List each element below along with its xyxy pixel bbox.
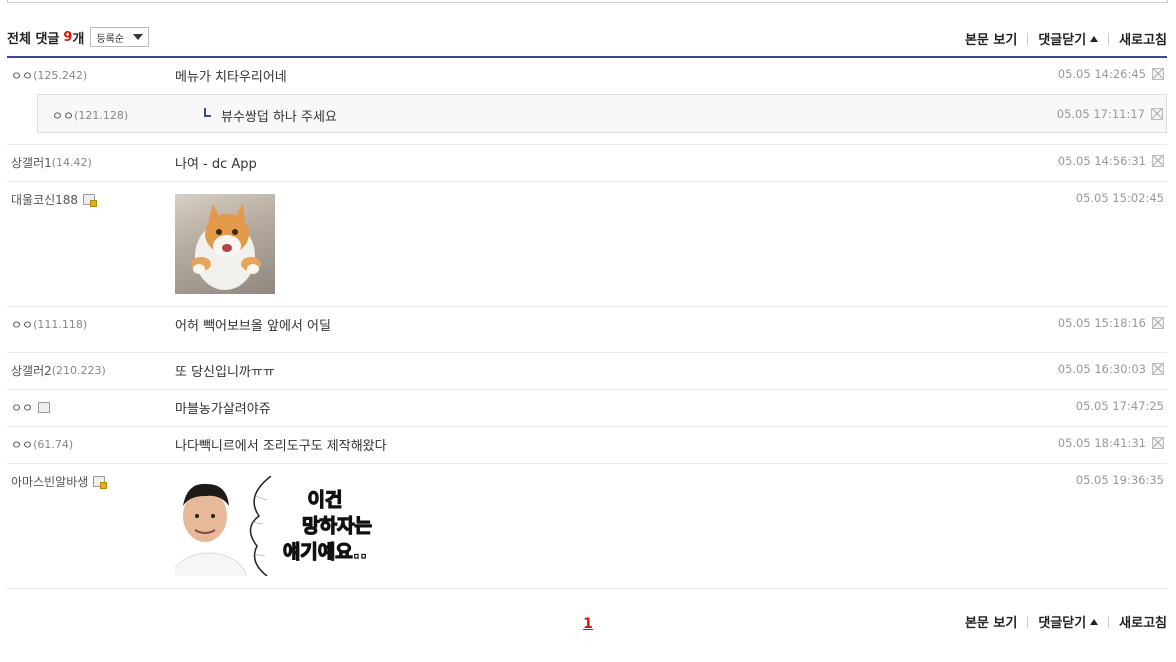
- delete-icon[interactable]: [1151, 108, 1163, 120]
- svg-text:망하자는: 망하자는: [302, 515, 372, 537]
- nick-text: 아마스빈알바생: [11, 475, 89, 489]
- comment-text: 어허 빽어보브올 앞에서 어딜: [175, 319, 331, 334]
- close-comments-link[interactable]: 댓글닫기: [1038, 29, 1099, 48]
- comment-nick[interactable]: 대울코신188: [11, 191, 98, 208]
- sticker-line1: 이건: [308, 489, 343, 511]
- comment-date: 05.05 15:02:45: [1075, 191, 1164, 205]
- nick-text: ㅇㅇ: [11, 401, 34, 415]
- refresh-link[interactable]: 새로고침: [1119, 612, 1167, 631]
- comment-row: ㅇㅇ (61.74) 나다빽니르에서 조리도구도 제작해왔다 05.05 18:4…: [7, 427, 1167, 464]
- comment-date: 05.05 18:41:31: [1057, 436, 1146, 450]
- comment-text: 나다빽니르에서 조리도구도 제작해왔다: [175, 439, 387, 454]
- close-comments-label: 댓글닫기: [1038, 33, 1087, 48]
- ip-text: (61.74): [33, 438, 74, 451]
- header-links: 본문 보기 댓글닫기 새로고침: [965, 29, 1167, 48]
- comment-row: 아마스빈알바생 이건 망하자는 얘기예요.. 05.05 19:36:35: [7, 464, 1167, 610]
- comment-nick[interactable]: ㅇㅇ (61.74): [11, 436, 73, 453]
- comment-text: 나여 - dc App: [175, 157, 257, 172]
- reply-row: ㅇㅇ (121.128) 뷰수쌍덥 하나 주세요 05.05 17:11:17: [37, 94, 1167, 133]
- nick-text: ㅇㅇ: [52, 109, 75, 123]
- comment-count: 전체 댓글 9개 등록순: [7, 27, 149, 47]
- divider: [1027, 32, 1029, 45]
- comment-nick[interactable]: 상갤러1 (14.42): [11, 154, 92, 171]
- comment-text: 마블농가살려야쥬: [175, 402, 271, 417]
- comment-row: 상갤러1 (14.42) 나여 - dc App 05.05 14:56:31: [7, 145, 1167, 182]
- comment-nick[interactable]: ㅇㅇ (125.242): [11, 67, 87, 84]
- fixed-nick-icon: [93, 476, 108, 489]
- comment-nick[interactable]: 상갤러2 (210.223): [11, 362, 106, 379]
- ip-text: (14.42): [51, 156, 92, 169]
- close-comments-label: 댓글닫기: [1038, 616, 1087, 631]
- view-post-link[interactable]: 본문 보기: [965, 612, 1017, 631]
- sort-selected-label: 등록순: [96, 33, 124, 45]
- footer-links: 본문 보기 댓글닫기 새로고침: [965, 612, 1167, 631]
- divider: [1108, 615, 1110, 628]
- comment-nick[interactable]: ㅇㅇ (121.128): [52, 107, 128, 124]
- delete-icon[interactable]: [1152, 437, 1164, 449]
- comment-date: 05.05 17:47:25: [1075, 399, 1164, 413]
- comment-date: 05.05 17:11:17: [1056, 107, 1145, 121]
- nick-text: ㅇㅇ: [11, 318, 34, 332]
- comment-row: 대울코신188 05.05 15:02:45: [7, 182, 1167, 307]
- comment-date: 05.05 15:18:16: [1057, 316, 1146, 330]
- comment-date: 05.05 19:36:35: [1075, 473, 1164, 487]
- reply-text: 뷰수쌍덥 하나 주세요: [221, 110, 337, 125]
- cat-sticker-image: [175, 194, 275, 294]
- divider: [1027, 615, 1029, 628]
- comment-nick[interactable]: ㅇㅇ (111.118): [11, 316, 87, 333]
- total-label: 전체 댓글: [7, 31, 60, 47]
- ip-text: (125.242): [33, 69, 88, 82]
- sticker-line2-rest: 는: [354, 515, 371, 537]
- delete-icon[interactable]: [1152, 68, 1164, 80]
- comment-date: 05.05 14:56:31: [1057, 154, 1146, 168]
- delete-icon[interactable]: [1152, 155, 1164, 167]
- comment-row: ㅇㅇ 마블농가살려야쥬 05.05 17:47:25: [7, 390, 1167, 427]
- comment-nick[interactable]: 아마스빈알바생: [11, 473, 108, 490]
- fixed-nick-icon: [83, 194, 98, 207]
- comment-date: 05.05 14:26:45: [1057, 67, 1146, 81]
- comment-row: ㅇㅇ (111.118) 어허 빽어보브올 앞에서 어딜 05.05 15:18:…: [7, 307, 1167, 353]
- comment-text: 뷰수쌍덥 하나 주세요: [204, 106, 337, 125]
- nick-text: 대울코신188: [11, 193, 79, 207]
- delete-icon[interactable]: [1152, 317, 1164, 329]
- page-1-link[interactable]: 1: [583, 616, 593, 632]
- chef-sticker-image: 이건 망하자는 얘기예요..: [170, 475, 375, 610]
- ip-text: (210.223): [51, 364, 106, 377]
- chevron-down-icon: [133, 34, 143, 40]
- count-value: 9: [63, 29, 73, 45]
- nick-text: ㅇㅇ: [11, 69, 34, 83]
- close-comments-link[interactable]: 댓글닫기: [1038, 612, 1099, 631]
- sticker-line3: 얘기예요..: [283, 541, 367, 563]
- comment-date: 05.05 16:30:03: [1057, 362, 1146, 376]
- count-unit: 개: [72, 31, 85, 47]
- half-fixed-nick-icon: [38, 402, 51, 413]
- caret-up-icon: [1090, 618, 1099, 625]
- ip-text: (111.118): [33, 318, 88, 331]
- sort-select[interactable]: 등록순: [90, 27, 149, 47]
- caret-up-icon: [1090, 35, 1099, 42]
- comment-row: 상갤러2 (210.223) 또 당신입니까ㅠㅠ 05.05 16:30:03: [7, 353, 1167, 390]
- sticker-line2-highlight: 망하자: [302, 515, 355, 537]
- delete-icon[interactable]: [1152, 363, 1164, 375]
- comment-text: 또 당신입니까ㅠㅠ: [175, 365, 275, 380]
- comment-nick[interactable]: ㅇㅇ: [11, 399, 51, 416]
- nick-text: ㅇㅇ: [11, 438, 34, 452]
- ip-text: (121.128): [74, 109, 129, 122]
- reply-arrow-icon: [204, 108, 211, 117]
- view-post-link[interactable]: 본문 보기: [965, 29, 1017, 48]
- comment-text: 메뉴가 치타우리어네: [175, 70, 287, 85]
- nick-text: 상갤러2: [11, 364, 52, 378]
- top-border: [7, 0, 1168, 3]
- divider: [1108, 32, 1110, 45]
- refresh-link[interactable]: 새로고침: [1119, 29, 1167, 48]
- nick-text: 상갤러1: [11, 156, 52, 170]
- comment-header: 전체 댓글 9개 등록순 본문 보기 댓글닫기 새로고침: [7, 24, 1167, 58]
